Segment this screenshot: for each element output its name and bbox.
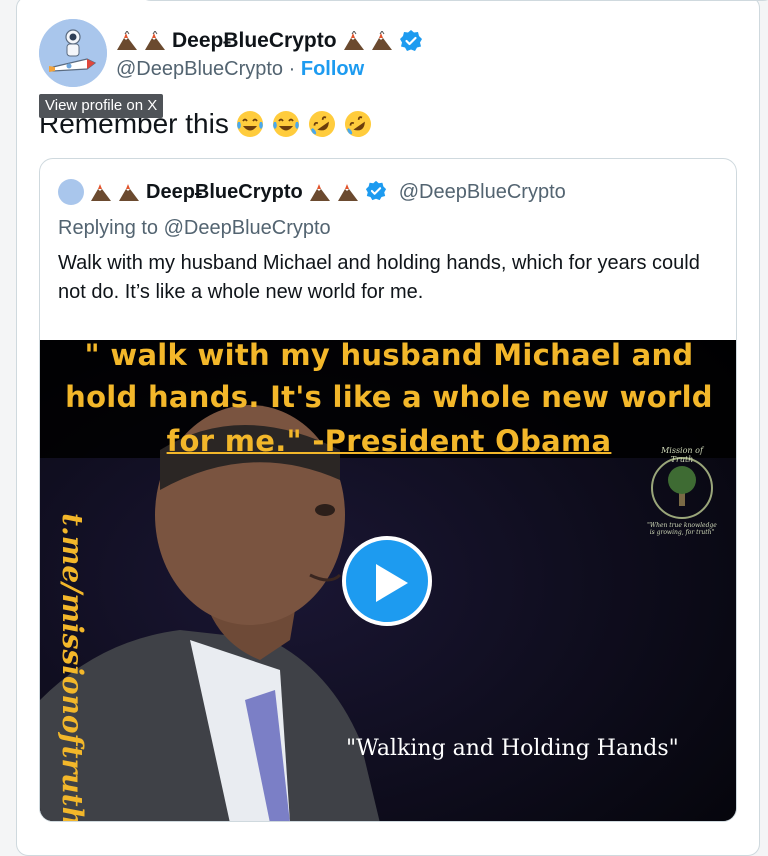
tears-of-joy-icon	[235, 109, 265, 139]
follow-button[interactable]: Follow	[301, 58, 364, 80]
video-bottom-caption: "Walking and Holding Hands"	[346, 736, 679, 761]
logo-title: Mission of Truth	[661, 446, 703, 464]
channel-watermark: t.me/missionoftruth	[56, 513, 89, 822]
verified-badge-icon	[365, 180, 389, 204]
previous-quote-edge	[137, 0, 768, 1]
volcano-icon	[371, 30, 393, 51]
quoted-handle[interactable]: @DeepBlueCrypto	[399, 181, 566, 204]
volcano-icon	[144, 30, 166, 51]
play-button[interactable]	[342, 536, 432, 626]
view-profile-tooltip: View profile on X	[39, 94, 164, 118]
video-player[interactable]: " walk with my husband Michael and hold …	[40, 340, 736, 822]
play-icon	[376, 564, 408, 602]
quoted-avatar[interactable]	[58, 179, 84, 205]
author-name-row[interactable]: DeepɃlueCrypto	[116, 26, 423, 56]
volcano-icon	[116, 30, 138, 51]
rolling-laughing-icon	[343, 109, 373, 139]
volcano-icon	[118, 182, 140, 202]
avatar[interactable]	[39, 19, 107, 87]
volcano-icon	[343, 30, 365, 51]
volcano-icon	[90, 182, 112, 202]
replying-to-label: Replying to @DeepBlueCrypto	[58, 217, 331, 239]
separator-dot: ·	[288, 58, 296, 80]
author-display-name[interactable]: DeepɃlueCrypto	[172, 29, 337, 53]
quoted-text: Walk with my husband Michael and holding…	[58, 252, 700, 303]
logo-subtitle: "When true knowledge is growing, for tru…	[647, 522, 717, 536]
author-handle[interactable]: @DeepBlueCrypto	[116, 58, 283, 80]
rolling-laughing-icon	[307, 109, 337, 139]
quoted-author-row[interactable]: DeepɃlueCrypto @DeepBlueCrypto	[58, 177, 566, 207]
quoted-display-name[interactable]: DeepɃlueCrypto	[146, 181, 303, 204]
astronaut-rocket-icon	[39, 19, 107, 87]
author-handle-row: @DeepBlueCrypto · Follow	[116, 58, 364, 81]
caption-line-3: for me." -President Obama	[166, 424, 612, 458]
caption-line-1: " walk with my husband Michael and	[84, 340, 694, 372]
volcano-icon	[337, 182, 359, 202]
tears-of-joy-icon	[271, 109, 301, 139]
verified-badge-icon	[399, 29, 423, 53]
volcano-icon	[309, 182, 331, 202]
quoted-tweet[interactable]: DeepɃlueCrypto @DeepBlueCrypto Replying …	[39, 158, 737, 822]
caption-line-2: hold hands. It's like a whole new world	[65, 380, 713, 414]
